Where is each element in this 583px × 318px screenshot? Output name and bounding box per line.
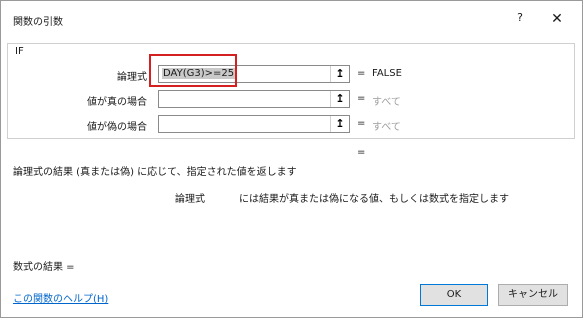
title-bar: 関数の引数 ? ✕ [1, 1, 582, 37]
arg-eq-sign: = [357, 93, 366, 104]
arg-description-name: 論理式 [175, 194, 205, 205]
logical-test-result: FALSE [372, 68, 402, 79]
red-highlight-box [149, 54, 237, 87]
value-if-false-input[interactable]: ↥ [158, 115, 350, 133]
cancel-button[interactable]: キャンセル [498, 284, 568, 306]
overall-eq-sign: = [357, 147, 366, 158]
arg-eq-sign: = [357, 68, 366, 79]
arg-label-value-if-false: 値が偽の場合 [87, 122, 147, 133]
function-description: 論理式の結果 (真または偽) に応じて、指定された値を返します [13, 167, 297, 178]
arg-label-value-if-true: 値が真の場合 [87, 97, 147, 108]
ok-button[interactable]: OK [420, 284, 488, 306]
function-help-link[interactable]: この関数のヘルプ(H) [13, 290, 108, 305]
help-button[interactable]: ? [511, 11, 529, 29]
value-if-true-result: すべて [372, 97, 401, 108]
value-if-false-result: すべて [372, 122, 401, 133]
dialog-title: 関数の引数 [13, 17, 63, 28]
ref-collapse-icon[interactable]: ↥ [330, 91, 349, 107]
formula-result-label: 数式の結果 = [13, 262, 75, 273]
arg-eq-sign: = [357, 118, 366, 129]
arg-label-logical-test: 論理式 [117, 72, 147, 83]
close-button[interactable]: ✕ [547, 10, 567, 30]
value-if-true-input[interactable]: ↥ [158, 90, 350, 108]
function-arguments-dialog: 関数の引数 ? ✕ IF 論理式 DAY(G3)>=25 ↥ = FALSE 値… [0, 0, 583, 318]
arg-description-text: には結果が真または偽になる値、もしくは数式を指定します [239, 194, 509, 205]
function-name: IF [15, 46, 24, 57]
ref-collapse-icon[interactable]: ↥ [330, 66, 349, 82]
ref-collapse-icon[interactable]: ↥ [330, 116, 349, 132]
